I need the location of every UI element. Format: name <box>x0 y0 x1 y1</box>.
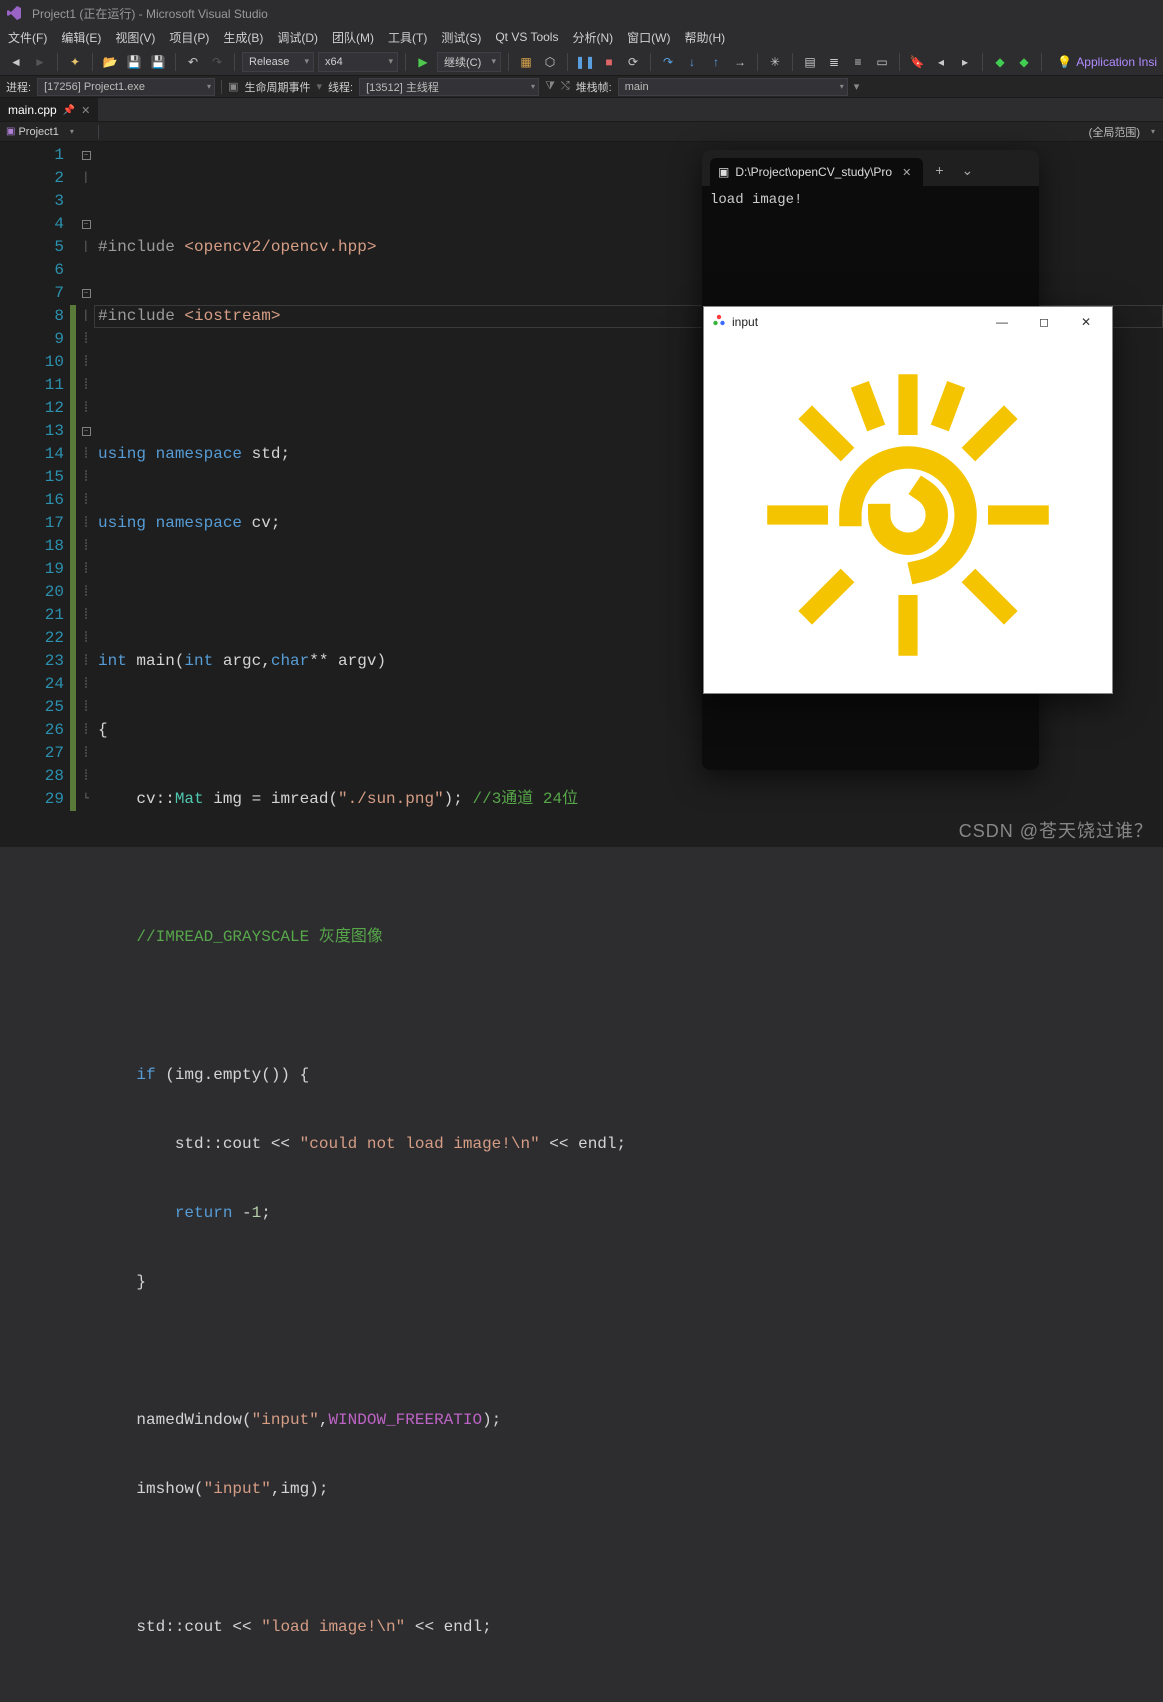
branch-icon[interactable]: ⤭ <box>561 80 570 93</box>
breadcrumb: ▣ Project1 (全局范围) <box>0 122 1163 142</box>
image-titlebar[interactable]: input — ◻ ✕ <box>704 307 1112 337</box>
breadcrumb-project[interactable]: ▣ Project1 <box>6 126 94 138</box>
continue-button[interactable]: 继续(C) <box>437 52 501 72</box>
step-over-icon[interactable]: ↷ <box>658 52 678 72</box>
image-window-title: input <box>732 315 758 329</box>
menu-edit[interactable]: 编辑(E) <box>61 29 101 46</box>
change-indicator <box>70 305 76 811</box>
menu-build[interactable]: 生成(B) <box>223 29 263 46</box>
platform-dropdown[interactable]: x64 <box>318 52 398 72</box>
menu-debug[interactable]: 调试(D) <box>277 29 318 46</box>
terminal-path: D:\Project\openCV_study\Pro <box>735 165 892 179</box>
step-out-icon[interactable]: ↑ <box>706 52 726 72</box>
fold-icon[interactable]: − <box>82 151 91 160</box>
thread-label: 线程: <box>328 79 353 95</box>
project-icon: ▣ <box>6 126 15 137</box>
terminal-output: load image! <box>702 186 1039 214</box>
terminal-new-tab-icon[interactable]: + <box>929 162 949 178</box>
nav-back-icon[interactable]: ◄ <box>6 52 26 72</box>
step-icon[interactable]: → <box>730 52 750 72</box>
fold-column: − │ − │ − │ ┊ ┊ ┊ ┊ − ┊ ┊ ┊ ┊ ┊ ┊ ┊ ┊ ┊ … <box>78 142 94 847</box>
close-window-icon[interactable]: ✕ <box>1068 308 1104 336</box>
application-insights[interactable]: 💡 Application Insi <box>1057 55 1163 69</box>
line-numbers: 1234567891011121314151617181920212223242… <box>0 142 78 847</box>
menu-view[interactable]: 视图(V) <box>115 29 155 46</box>
window-title: Project1 (正在运行) - Microsoft Visual Studi… <box>32 5 268 22</box>
file-tab-label: main.cpp <box>8 103 57 117</box>
stack-field[interactable]: main <box>618 78 848 96</box>
lifecycle-label: 生命周期事件 <box>244 79 310 95</box>
lightbulb-icon: 💡 <box>1057 55 1072 69</box>
menu-qt[interactable]: Qt VS Tools <box>495 30 558 44</box>
menu-project[interactable]: 项目(P) <box>169 29 209 46</box>
file-tab-main[interactable]: main.cpp 📌 ✕ <box>0 98 98 121</box>
terminal-tab[interactable]: ▣ D:\Project\openCV_study\Pro ✕ <box>710 158 923 186</box>
indent-icon[interactable]: ≣ <box>824 52 844 72</box>
fold-icon[interactable]: − <box>82 427 91 436</box>
save-all-icon[interactable]: 💾 <box>148 52 168 72</box>
hex-icon[interactable]: ⬡ <box>540 52 560 72</box>
comment-icon[interactable]: ▭ <box>872 52 892 72</box>
nav-forward-icon[interactable]: ► <box>30 52 50 72</box>
save-icon[interactable]: 💾 <box>124 52 144 72</box>
terminal-titlebar[interactable]: ▣ D:\Project\openCV_study\Pro ✕ + ⌄ <box>702 150 1039 186</box>
thread-field[interactable]: [13512] 主线程 <box>359 78 539 96</box>
layout-icon[interactable]: ▤ <box>800 52 820 72</box>
fold-icon[interactable]: − <box>82 220 91 229</box>
minimize-icon[interactable]: — <box>984 308 1020 336</box>
restart-icon[interactable]: ⟳ <box>623 52 643 72</box>
outdent-icon[interactable]: ≡ <box>848 52 868 72</box>
stop-icon[interactable]: ■ <box>599 52 619 72</box>
process-field[interactable]: [17256] Project1.exe <box>37 78 215 96</box>
image-window[interactable]: input — ◻ ✕ <box>703 306 1113 694</box>
bookmark-next-icon[interactable]: ▸ <box>955 52 975 72</box>
open-file-icon[interactable]: 📂 <box>100 52 120 72</box>
menu-analyze[interactable]: 分析(N) <box>572 29 613 46</box>
step-into-icon[interactable]: ↓ <box>682 52 702 72</box>
breadcrumb-scope[interactable]: (全局范围) <box>1089 124 1163 140</box>
close-tab-icon[interactable]: ✕ <box>81 104 90 117</box>
title-bar: Project1 (正在运行) - Microsoft Visual Studi… <box>0 0 1163 26</box>
menu-team[interactable]: 团队(M) <box>332 29 374 46</box>
menu-window[interactable]: 窗口(W) <box>627 29 670 46</box>
bookmark-icon[interactable]: 🔖 <box>907 52 927 72</box>
terminal-icon: ▣ <box>718 165 729 179</box>
vs-logo-icon <box>6 4 24 22</box>
maximize-icon[interactable]: ◻ <box>1026 308 1062 336</box>
toolbar: ◄ ► ✦ 📂 💾 💾 ↶ ↷ Release x64 ▶ 继续(C) ▦ ⬡ … <box>0 48 1163 76</box>
qt-icon[interactable]: ◆ <box>990 52 1010 72</box>
pause-icon[interactable]: ❚❚ <box>575 52 595 72</box>
lifecycle-icon[interactable]: ▣ <box>228 80 238 93</box>
process-label: 进程: <box>6 79 31 95</box>
menu-help[interactable]: 帮助(H) <box>684 29 725 46</box>
fold-icon[interactable]: − <box>82 289 91 298</box>
sun-image <box>748 355 1068 675</box>
pin-icon[interactable]: 📌 <box>63 105 75 116</box>
watermark: CSDN @苍天饶过谁？ <box>959 817 1153 843</box>
spark-icon[interactable]: ✳ <box>765 52 785 72</box>
continue-icon[interactable]: ▶ <box>413 52 433 72</box>
app-insights-label: Application Insi <box>1076 55 1157 69</box>
terminal-menu-icon[interactable]: ⌄ <box>956 162 980 179</box>
terminal-close-icon[interactable]: ✕ <box>898 166 915 179</box>
menu-test[interactable]: 测试(S) <box>441 29 481 46</box>
new-item-icon[interactable]: ✦ <box>65 52 85 72</box>
file-tabs: main.cpp 📌 ✕ <box>0 98 1163 122</box>
config-dropdown[interactable]: Release <box>242 52 314 72</box>
qt-icon-2[interactable]: ◆ <box>1014 52 1034 72</box>
redo-icon[interactable]: ↷ <box>207 52 227 72</box>
opencv-icon <box>712 314 726 331</box>
menu-tools[interactable]: 工具(T) <box>388 29 427 46</box>
bookmark-prev-icon[interactable]: ◂ <box>931 52 951 72</box>
stack-label: 堆栈帧: <box>576 79 612 95</box>
debug-bar: 进程: [17256] Project1.exe ▣ 生命周期事件 ▾ 线程: … <box>0 76 1163 98</box>
image-content <box>704 337 1112 693</box>
undo-icon[interactable]: ↶ <box>183 52 203 72</box>
debug-windows-icon[interactable]: ▦ <box>516 52 536 72</box>
filter-icon[interactable]: ⧩ <box>545 80 555 93</box>
menu-file[interactable]: 文件(F) <box>8 29 47 46</box>
menu-bar: 文件(F) 编辑(E) 视图(V) 项目(P) 生成(B) 调试(D) 团队(M… <box>0 26 1163 48</box>
